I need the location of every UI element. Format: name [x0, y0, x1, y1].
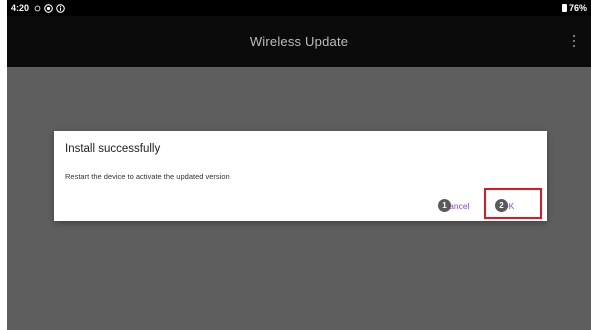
- info-circle-icon: [56, 3, 65, 13]
- step-badge-1: 1: [438, 199, 451, 212]
- status-time: 4:20: [11, 3, 30, 13]
- device-screen: 4:20 76% Wireless Update Install success…: [7, 0, 591, 330]
- battery-status: 76%: [561, 0, 587, 16]
- status-notification-icons: [34, 0, 65, 16]
- more-vert-icon[interactable]: [571, 33, 577, 49]
- battery-icon: [561, 4, 567, 12]
- app-title: Wireless Update: [249, 34, 349, 49]
- alert-circle-icon: [44, 3, 53, 13]
- ok-button-highlight: [484, 188, 542, 219]
- status-bar: 4:20 76%: [7, 0, 591, 16]
- install-success-dialog: Install successfully Restart the device …: [54, 131, 547, 221]
- app-bar: Wireless Update: [7, 16, 591, 67]
- battery-percent: 76%: [568, 3, 587, 13]
- circle-outline-icon: [34, 5, 41, 11]
- dialog-message: Restart the device to activate the updat…: [65, 172, 230, 181]
- dialog-title: Install successfully: [65, 143, 161, 155]
